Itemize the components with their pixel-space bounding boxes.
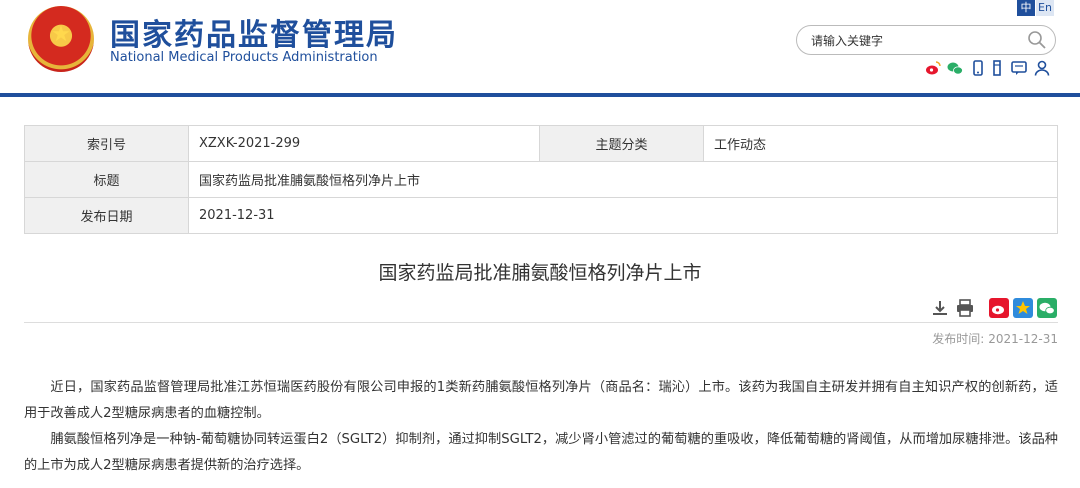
- national-emblem-icon: ★: [28, 6, 94, 72]
- user-icon[interactable]: [1034, 60, 1050, 76]
- download-icon[interactable]: [930, 298, 950, 318]
- table-row: 发布日期 2021-12-31: [24, 197, 1058, 234]
- site-name-en[interactable]: National Medical Products Administration: [110, 50, 378, 65]
- share-qzone-icon[interactable]: [1013, 298, 1033, 318]
- article-paragraph: 脯氨酸恒格列净是一种钠-葡萄糖协同转运蛋白2（SGLT2）抑制剂，通过抑制SGL…: [24, 432, 1058, 473]
- wechat-icon[interactable]: [947, 60, 963, 76]
- info-table: 索引号 XZXK-2021-299 主题分类 工作动态 标题 国家药监局批准脯氨…: [24, 125, 1058, 234]
- share-weibo-icon[interactable]: [989, 298, 1009, 318]
- article-divider: [24, 322, 1058, 323]
- index-value: XZXK-2021-299: [188, 125, 540, 162]
- header-divider: [0, 93, 1080, 97]
- search-icon[interactable]: [1027, 30, 1047, 50]
- weibo-icon[interactable]: [925, 60, 941, 76]
- mobile-icon[interactable]: [970, 60, 986, 76]
- lang-en-button[interactable]: En: [1036, 0, 1054, 16]
- lang-zh-button[interactable]: 中: [1017, 0, 1035, 16]
- search-input[interactable]: [809, 31, 1013, 51]
- publish-time: 发布时间: 2021-12-31: [928, 330, 1058, 347]
- table-row: 标题 国家药监局批准脯氨酸恒格列净片上市: [24, 161, 1058, 198]
- publish-time-value: 2021-12-31: [988, 332, 1058, 346]
- title-value: 国家药监局批准脯氨酸恒格列净片上市: [188, 161, 1058, 198]
- search-box: [796, 25, 1056, 55]
- category-label: 主题分类: [539, 125, 704, 162]
- article-title: 国家药监局批准脯氨酸恒格列净片上市: [378, 262, 702, 284]
- rss-icon[interactable]: [989, 60, 1005, 76]
- title-label: 标题: [24, 161, 189, 198]
- print-icon[interactable]: [955, 298, 975, 318]
- table-row: 索引号 XZXK-2021-299 主题分类 工作动态: [24, 125, 1058, 162]
- message-icon[interactable]: [1011, 60, 1027, 76]
- date-label: 发布日期: [24, 197, 189, 234]
- publish-time-label: 发布时间:: [932, 332, 985, 346]
- share-wechat-icon[interactable]: [1037, 298, 1057, 318]
- site-name-cn[interactable]: 国家药品监督管理局: [110, 10, 398, 54]
- site-header: ★ 国家药品监督管理局 National Medical Products Ad…: [0, 0, 1080, 95]
- date-value: 2021-12-31: [188, 197, 1058, 234]
- category-value: 工作动态: [703, 125, 1058, 162]
- index-label: 索引号: [24, 125, 189, 162]
- article-paragraph: 近日，国家药品监督管理局批准江苏恒瑞医药股份有限公司申报的1类新药脯氨酸恒格列净…: [24, 380, 1058, 421]
